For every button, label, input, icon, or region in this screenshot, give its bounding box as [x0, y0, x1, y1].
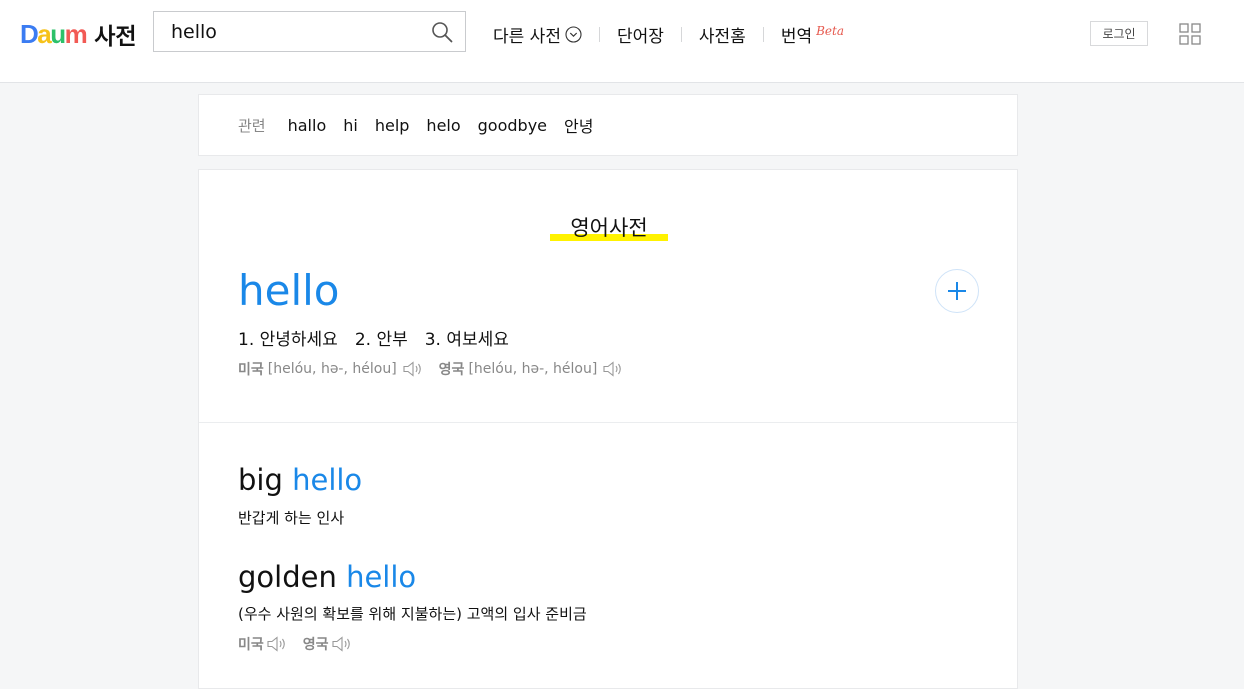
- daum-logo: Daum: [20, 18, 88, 49]
- meaning-item: 2. 안부: [354, 330, 408, 350]
- main-nav: 다른 사전 단어장 사전홈 번역 Beta: [493, 22, 844, 47]
- nav-divider: [598, 26, 600, 42]
- related-word[interactable]: helo: [426, 116, 460, 135]
- nav-translate[interactable]: 번역 Beta: [781, 22, 844, 47]
- english-dictionary-card: 영어사전 hello 1. 안녕하세요 2. 안부 3. 여보세요 미국 [he…: [198, 169, 1018, 689]
- nav-other-dictionaries-label: 다른 사전: [493, 26, 561, 47]
- add-to-wordbook-button[interactable]: [935, 269, 979, 313]
- pron-ipa-us: [helóu, hə-, hélou]: [267, 361, 397, 377]
- speaker-icon[interactable]: [403, 361, 423, 377]
- nav-dictionary-home[interactable]: 사전홈: [699, 22, 746, 47]
- example-phrase[interactable]: big hello: [238, 463, 362, 497]
- search-icon[interactable]: [431, 21, 453, 43]
- apps-grid-icon[interactable]: [1179, 23, 1201, 45]
- related-word[interactable]: help: [375, 116, 410, 135]
- search-box: [153, 11, 466, 52]
- meanings-list: 1. 안녕하세요 2. 안부 3. 여보세요: [238, 325, 526, 350]
- beta-badge: Beta: [816, 24, 844, 38]
- related-word[interactable]: goodbye: [478, 116, 547, 135]
- related-word[interactable]: hallo: [288, 116, 327, 135]
- speaker-icon[interactable]: [603, 361, 623, 377]
- pron-region-us: 미국: [238, 362, 264, 378]
- search-input[interactable]: [171, 20, 421, 44]
- example-meaning: 반갑게 하는 인사: [238, 509, 345, 527]
- nav-wordbook[interactable]: 단어장: [617, 22, 664, 47]
- headword[interactable]: hello: [238, 270, 340, 312]
- nav-other-dictionaries[interactable]: 다른 사전: [493, 22, 582, 47]
- example-prefix: big: [238, 463, 293, 497]
- nav-divider: [762, 26, 764, 42]
- chevron-down-icon: [565, 25, 582, 43]
- daum-dictionary-logo[interactable]: Daum 사전: [20, 18, 137, 51]
- example-pronunciation-row: 미국 영국: [238, 634, 368, 654]
- related-word[interactable]: hi: [343, 116, 358, 135]
- pron-region-uk: 영국: [302, 637, 329, 653]
- meaning-item: 3. 여보세요: [424, 330, 509, 350]
- login-button[interactable]: 로그인: [1090, 21, 1148, 46]
- example-highlight: hello: [292, 463, 363, 497]
- pron-region-us: 미국: [238, 637, 264, 653]
- pron-region-uk: 영국: [438, 362, 465, 378]
- header: Daum 사전 다른 사전 단어장 사전홈 번역 Beta 로그인: [0, 0, 1244, 83]
- section-divider: [199, 422, 1017, 423]
- nav-translate-label: 번역: [780, 26, 813, 47]
- related-label: 관련: [238, 116, 266, 135]
- example-highlight: hello: [346, 560, 417, 594]
- speaker-icon[interactable]: [267, 636, 287, 652]
- logo-text: 사전: [94, 24, 137, 50]
- plus-icon: [948, 282, 966, 300]
- pron-ipa-uk: [helóu, hə-, hélou]: [468, 361, 598, 377]
- example-meaning: (우수 사원의 확보를 위해 지불하는) 고액의 입사 준비금: [238, 605, 587, 623]
- example-phrase[interactable]: golden hello: [238, 560, 416, 594]
- meaning-item: 1. 안녕하세요: [238, 330, 338, 350]
- section-title-text: 영어사전: [550, 212, 668, 242]
- section-title: 영어사전: [199, 212, 1019, 242]
- example-prefix: golden: [238, 560, 347, 594]
- pronunciation-row: 미국 [helóu, hə-, hélou] 영국 [helóu, hə-, h…: [238, 359, 639, 379]
- related-words-bar: 관련 hallo hi help helo goodbye 안녕: [198, 94, 1018, 156]
- speaker-icon[interactable]: [331, 636, 352, 652]
- related-word[interactable]: 안녕: [564, 113, 593, 137]
- nav-divider: [680, 26, 682, 42]
